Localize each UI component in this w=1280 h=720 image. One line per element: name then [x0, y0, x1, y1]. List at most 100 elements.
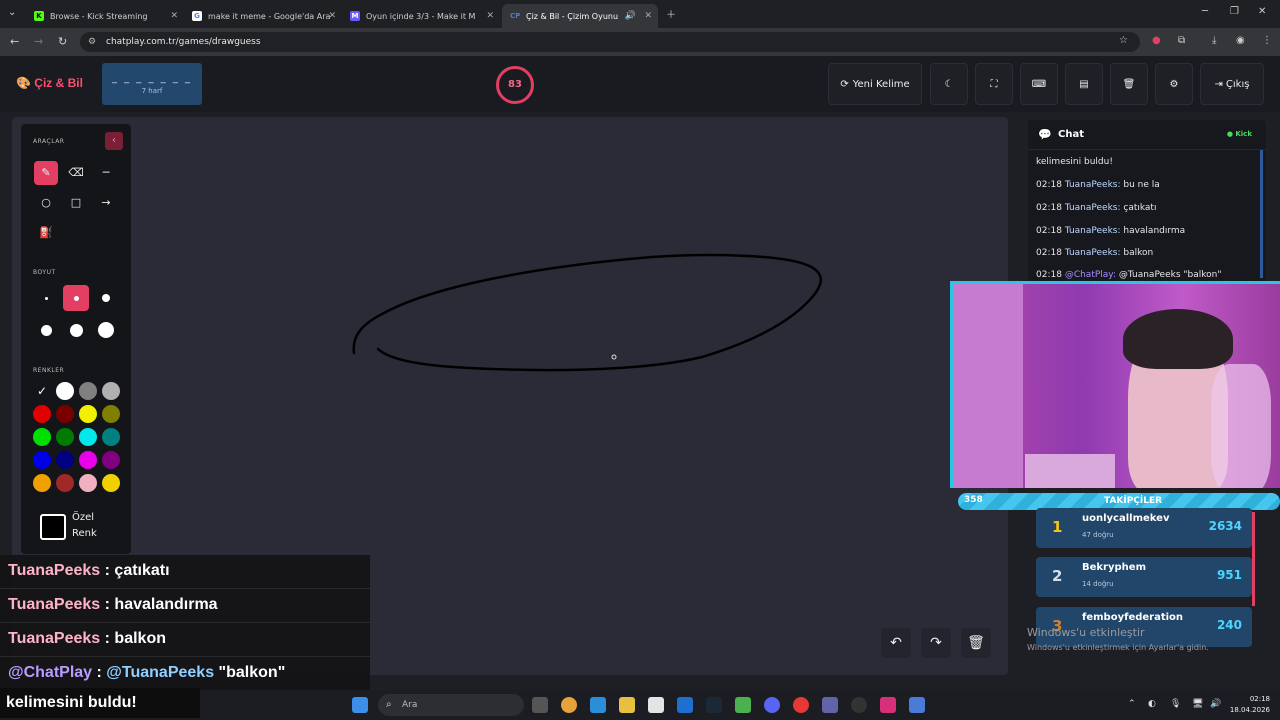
tab-search-icon[interactable]: ⌄ — [8, 7, 16, 18]
custom-color-label[interactable]: Özel Renk — [72, 510, 97, 542]
size-1[interactable] — [33, 285, 59, 311]
circle-tool[interactable]: ○ — [34, 191, 58, 215]
chrome-icon[interactable] — [561, 697, 577, 713]
forward-icon[interactable]: → — [34, 35, 43, 48]
minecraft-icon[interactable] — [735, 697, 751, 713]
minimize-icon[interactable]: ─ — [1202, 6, 1208, 17]
maximize-icon[interactable]: ❐ — [1230, 6, 1239, 17]
extension-icon[interactable]: ● — [1152, 35, 1161, 46]
collapse-panel-button[interactable]: ‹ — [105, 132, 123, 150]
window-close-icon[interactable]: ✕ — [1258, 6, 1266, 17]
fullscreen-button[interactable]: ⛶ — [975, 63, 1013, 105]
tray-chevron-icon[interactable]: ⌃ — [1128, 699, 1136, 709]
size-6[interactable] — [93, 317, 119, 343]
file-explorer-icon[interactable] — [619, 697, 635, 713]
custom-color-swatch[interactable] — [40, 514, 66, 540]
chat-title: Chat — [1058, 129, 1084, 140]
volume-icon[interactable]: 🔊 — [1210, 699, 1221, 709]
color-swatch[interactable] — [33, 451, 51, 469]
size-4[interactable] — [33, 317, 59, 343]
close-icon[interactable]: ✕ — [170, 11, 178, 21]
size-5[interactable] — [63, 317, 89, 343]
leaderboard-scrollbar[interactable] — [1252, 512, 1255, 606]
color-swatch[interactable] — [79, 428, 97, 446]
notepad-icon[interactable] — [648, 697, 664, 713]
task-view-icon[interactable] — [532, 697, 548, 713]
brush-tool[interactable]: ✎ — [34, 161, 58, 185]
discord-icon[interactable] — [764, 697, 780, 713]
microphone-icon[interactable]: 🎙 — [1170, 699, 1181, 709]
color-swatch[interactable] — [56, 382, 74, 400]
color-swatch[interactable] — [79, 451, 97, 469]
color-swatch[interactable] — [33, 474, 51, 492]
delete-button[interactable]: 🗑 — [1110, 63, 1148, 105]
redo-button[interactable]: ↷ — [921, 628, 951, 658]
undo-button[interactable]: ↶ — [881, 628, 911, 658]
archive-button[interactable]: ▤ — [1065, 63, 1103, 105]
clear-canvas-button[interactable]: 🗑 — [961, 628, 991, 658]
color-swatch[interactable] — [56, 405, 74, 423]
download-icon[interactable]: ⤓ — [1212, 35, 1216, 46]
app-logo[interactable]: 🎨 Çiz & Bil — [16, 76, 83, 90]
logout-button[interactable]: ⇥ Çıkış — [1200, 63, 1264, 105]
arrow-tool[interactable]: → — [94, 191, 118, 215]
fill-tool[interactable]: ⛽ — [34, 221, 58, 245]
media-player-icon[interactable] — [793, 697, 809, 713]
taskbar-clock[interactable]: 02:18 18.04.2026 — [1228, 694, 1270, 716]
size-3[interactable] — [93, 285, 119, 311]
chatplay-icon[interactable] — [909, 697, 925, 713]
back-icon[interactable]: ← — [10, 35, 19, 48]
reload-icon[interactable]: ↻ — [58, 35, 67, 48]
color-swatch[interactable] — [79, 474, 97, 492]
speaker-icon[interactable]: 🔊 — [625, 11, 636, 21]
windows-start-icon[interactable] — [352, 697, 368, 713]
menu-dots-icon[interactable]: ⋮ — [1262, 35, 1272, 46]
instagram-icon[interactable] — [880, 697, 896, 713]
color-swatch[interactable] — [56, 428, 74, 446]
network-icon[interactable]: 🖥 — [1192, 699, 1203, 709]
app-icon[interactable] — [590, 697, 606, 713]
extensions-puzzle-icon[interactable]: ⧉ — [1178, 35, 1185, 46]
color-swatch[interactable] — [102, 451, 120, 469]
settings-button[interactable]: ⚙ — [1155, 63, 1193, 105]
new-word-button[interactable]: ⟳ Yeni Kelime — [828, 63, 922, 105]
size-2[interactable] — [63, 285, 89, 311]
tray-app-icon[interactable]: ◐ — [1148, 699, 1156, 709]
new-tab-icon[interactable]: ＋ — [666, 6, 676, 21]
tab-google[interactable]: G make it meme - Google'da Ara ✕ — [184, 4, 342, 28]
profile-avatar[interactable]: ◉ — [1236, 35, 1245, 46]
site-info-icon[interactable]: ⚙ — [88, 32, 96, 52]
bookmark-star-icon[interactable]: ☆ — [1119, 35, 1128, 46]
taskbar-search[interactable]: ⌕ Ara — [378, 694, 524, 716]
eraser-tool[interactable]: ⌫ — [64, 161, 88, 185]
close-icon[interactable]: ✕ — [486, 11, 494, 21]
color-swatch[interactable] — [56, 451, 74, 469]
mail-icon[interactable] — [677, 697, 693, 713]
color-swatch[interactable] — [33, 428, 51, 446]
app-icon[interactable] — [851, 697, 867, 713]
color-swatch[interactable] — [102, 474, 120, 492]
color-swatch[interactable] — [79, 382, 97, 400]
chat-time: 02:18 — [1036, 248, 1062, 258]
color-swatch[interactable] — [56, 474, 74, 492]
keyboard-button[interactable]: ⌨ — [1020, 63, 1058, 105]
tab-ciz-bil[interactable]: CP Çiz & Bil - Çizim Oyunu 🔊 ✕ — [502, 4, 658, 28]
teams-icon[interactable] — [822, 697, 838, 713]
close-icon[interactable]: ✕ — [644, 11, 652, 21]
color-swatch[interactable]: ✓ — [33, 382, 51, 400]
url-field[interactable]: ⚙ chatplay.com.tr/games/drawguess — [80, 32, 1140, 52]
chat-scrollbar[interactable] — [1260, 150, 1263, 278]
close-icon[interactable]: ✕ — [328, 11, 336, 21]
tab-make-it-meme[interactable]: M Oyun içinde 3/3 - Make it Meme ✕ — [342, 4, 500, 28]
line-tool[interactable]: ─ — [94, 161, 118, 185]
color-swatch[interactable] — [33, 405, 51, 423]
color-swatch[interactable] — [102, 405, 120, 423]
activation-watermark-title: Windows'u etkinleştir — [1027, 626, 1145, 639]
tab-kick[interactable]: K Browse - Kick Streaming ✕ — [26, 4, 184, 28]
color-swatch[interactable] — [102, 428, 120, 446]
color-swatch[interactable] — [79, 405, 97, 423]
steam-icon[interactable] — [706, 697, 722, 713]
dark-mode-button[interactable]: ☾ — [930, 63, 968, 105]
color-swatch[interactable] — [102, 382, 120, 400]
rectangle-tool[interactable]: □ — [64, 191, 88, 215]
